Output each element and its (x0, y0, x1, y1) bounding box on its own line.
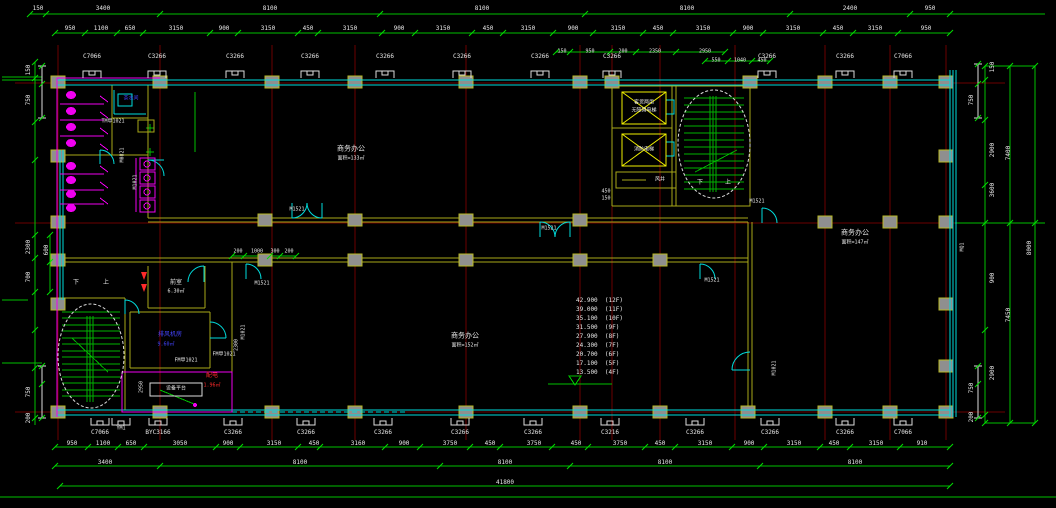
window-symbol (524, 418, 542, 425)
sanitary-fixtures (57, 78, 232, 417)
structural-columns (51, 76, 953, 418)
window-symbol (376, 71, 394, 78)
window-symbol (758, 71, 776, 78)
sink-counter (118, 94, 132, 106)
window-symbol (301, 71, 319, 78)
elevator-door (666, 100, 674, 114)
window-symbol (761, 418, 779, 425)
window-symbol (297, 418, 315, 425)
toilet-bowls (66, 91, 197, 407)
stair-treads (62, 96, 744, 402)
window-symbol (149, 418, 167, 425)
white-details (38, 64, 982, 418)
elevator-shafts (622, 92, 666, 166)
window-symbol (601, 418, 619, 425)
door-swings (100, 150, 777, 370)
cad-drawing-canvas[interactable]: 1503400810081008100240095095011006503150… (0, 0, 1056, 508)
floorplan-geometry (0, 0, 1056, 508)
window-symbol (531, 71, 549, 78)
window-symbol (374, 418, 392, 425)
window-symbol (83, 71, 101, 78)
window-symbol (224, 418, 242, 425)
grid-lines (15, 45, 1005, 440)
window-symbol (112, 418, 130, 425)
window-symbol (226, 71, 244, 78)
window-symbol (836, 418, 854, 425)
elevator-door (666, 142, 674, 156)
exterior-walls (57, 70, 956, 417)
red-marks (141, 272, 147, 292)
window-symbol (686, 418, 704, 425)
window-symbol (894, 418, 912, 425)
equipment-platform-box (150, 383, 202, 396)
window-symbol (91, 418, 109, 425)
window-symbol (836, 71, 854, 78)
